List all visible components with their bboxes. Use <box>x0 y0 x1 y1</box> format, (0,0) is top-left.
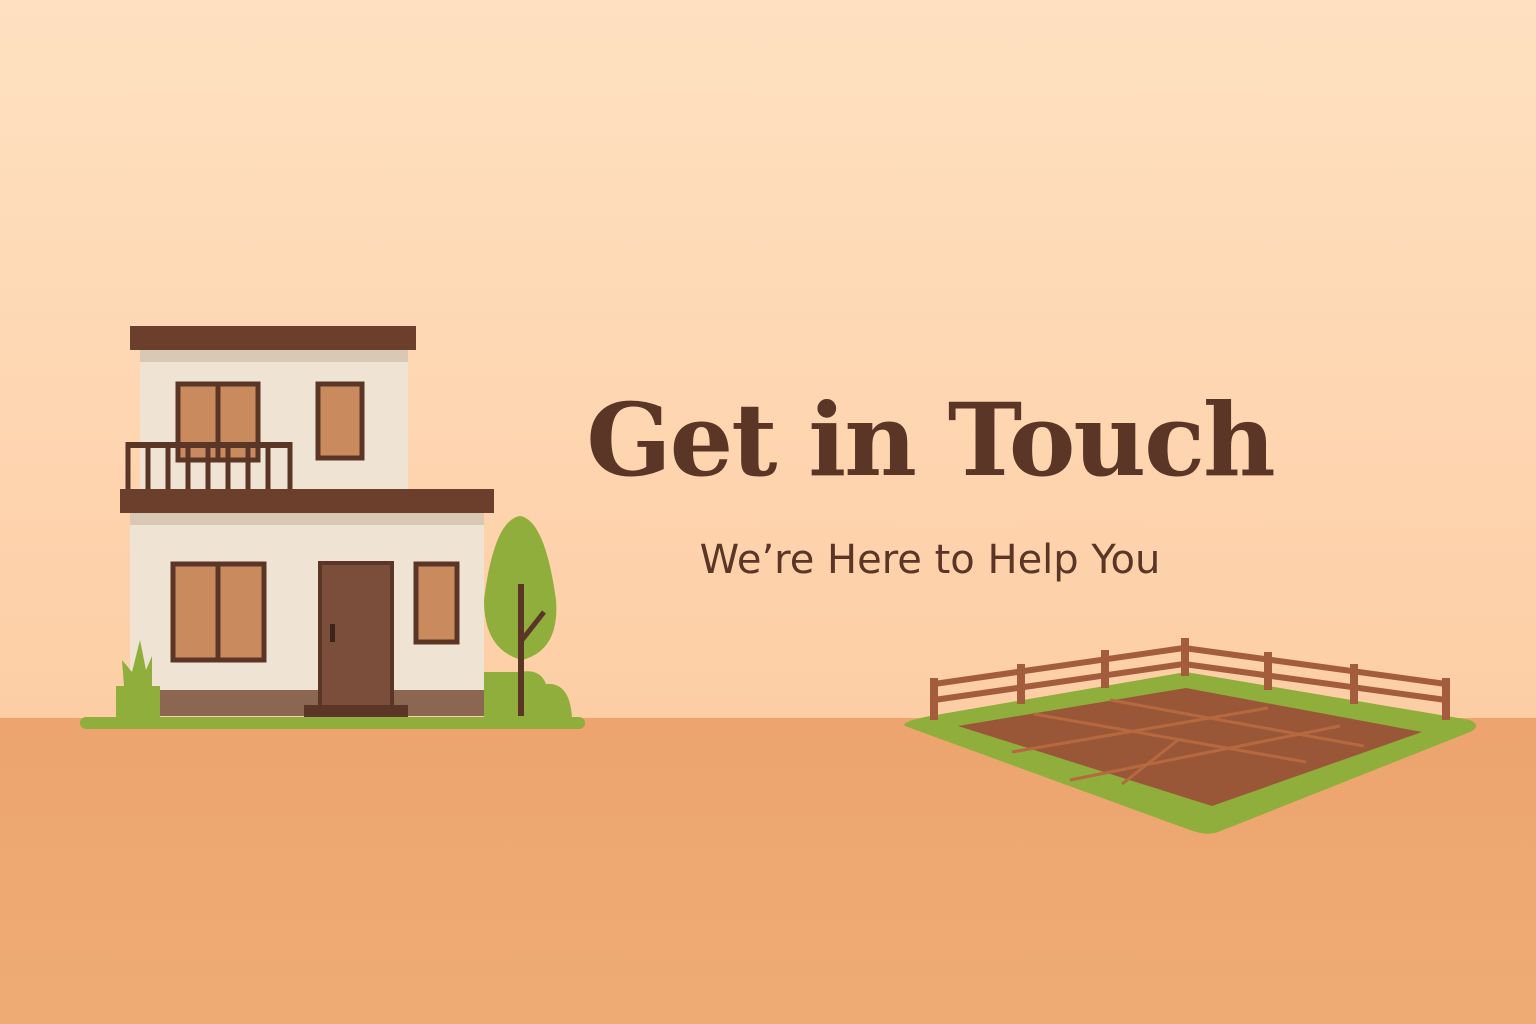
fenced-land-plot-icon <box>904 638 1476 834</box>
page-subheadline: We’re Here to Help You <box>699 537 1161 583</box>
page-headline: Get in Touch <box>586 381 1275 499</box>
plot-illustration <box>904 638 1476 834</box>
